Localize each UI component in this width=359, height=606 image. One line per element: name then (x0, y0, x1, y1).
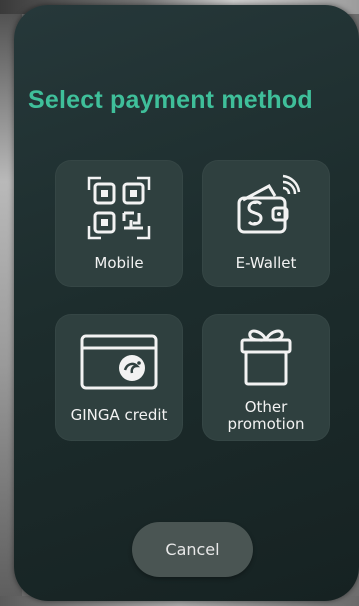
option-label-line1: Other (244, 398, 288, 416)
option-label: E-Wallet (235, 254, 297, 272)
payment-option-ginga-credit[interactable]: GINGA credit (55, 314, 183, 441)
credit-card-icon (78, 332, 160, 396)
cancel-button[interactable]: Cancel (132, 522, 253, 577)
wallet-icon (231, 174, 301, 242)
option-label-line2: promotion (227, 415, 305, 433)
option-label: Mobile (94, 254, 144, 272)
payment-option-e-wallet[interactable]: E-Wallet (202, 160, 330, 287)
payment-option-mobile[interactable]: Mobile (55, 160, 183, 287)
dialog-title: Select payment method (28, 86, 313, 114)
payment-option-other-promotion[interactable]: Other promotion (202, 314, 330, 441)
option-label: GINGA credit (70, 406, 168, 424)
gift-icon (236, 324, 296, 394)
qr-code-icon (87, 176, 151, 244)
